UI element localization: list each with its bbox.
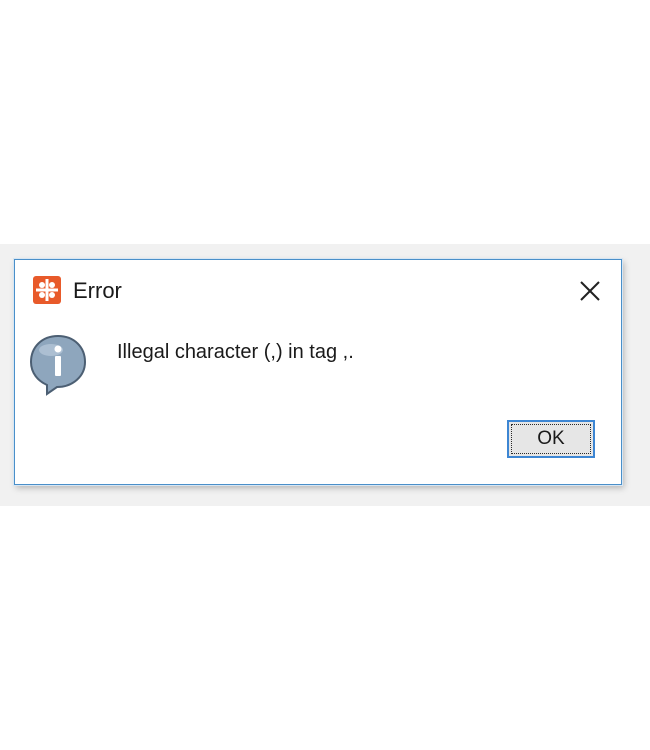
- error-message: Illegal character (,) in tag ,.: [117, 341, 354, 363]
- screenshot-page: Error Illegal character (,) in tag ,. OK: [0, 0, 650, 750]
- dialog-titlebar: Error: [15, 260, 621, 322]
- close-icon: [580, 281, 600, 301]
- close-button[interactable]: [573, 274, 607, 308]
- ok-button[interactable]: OK: [507, 420, 595, 458]
- dialog-title: Error: [73, 278, 122, 303]
- info-icon: [27, 332, 89, 396]
- ok-button-label: OK: [511, 424, 591, 454]
- error-dialog: Error Illegal character (,) in tag ,. OK: [14, 259, 622, 485]
- app-logo-icon: [33, 276, 61, 304]
